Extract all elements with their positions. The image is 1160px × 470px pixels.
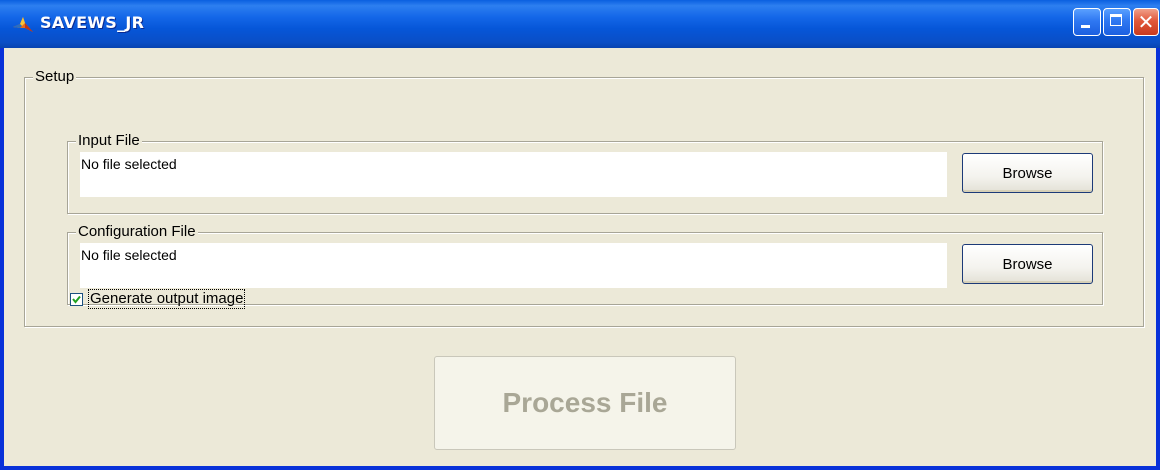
setup-legend: Setup xyxy=(33,68,77,85)
input-file-path: No file selected xyxy=(80,152,947,197)
app-window: SAVEWS_JR ✕ Setup Input File No file sel… xyxy=(0,0,1160,470)
close-icon: ✕ xyxy=(1137,10,1155,34)
config-file-legend: Configuration File xyxy=(76,223,198,240)
close-button[interactable]: ✕ xyxy=(1133,8,1159,36)
title-bar[interactable]: SAVEWS_JR ✕ xyxy=(0,0,1160,48)
generate-output-checkbox[interactable] xyxy=(70,292,83,306)
maximize-icon xyxy=(1110,14,1122,26)
input-browse-button[interactable]: Browse xyxy=(962,153,1093,193)
window-title: SAVEWS_JR xyxy=(40,13,145,32)
input-file-legend: Input File xyxy=(76,132,142,149)
config-file-path: No file selected xyxy=(80,243,947,288)
checkmark-icon xyxy=(72,295,81,304)
config-browse-button[interactable]: Browse xyxy=(962,244,1093,284)
matlab-logo-icon xyxy=(12,13,34,35)
generate-output-label[interactable]: Generate output image xyxy=(88,289,246,309)
minimize-icon xyxy=(1081,25,1090,28)
input-file-panel: Input File No file selected Browse xyxy=(67,132,1103,214)
process-file-button[interactable]: Process File xyxy=(434,356,736,450)
generate-output-option[interactable]: Generate output image xyxy=(70,288,246,310)
client-area: Setup Input File No file selected Browse… xyxy=(4,48,1156,466)
maximize-button[interactable] xyxy=(1103,8,1131,36)
minimize-button[interactable] xyxy=(1073,8,1101,36)
